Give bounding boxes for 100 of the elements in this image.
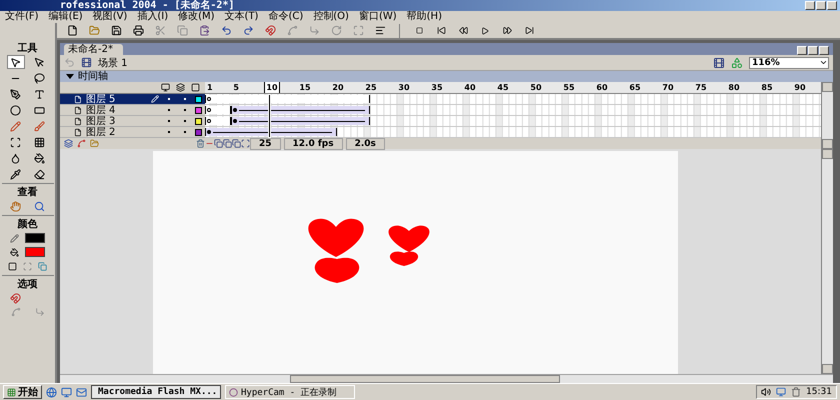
layer-row[interactable]: 图层 4: [60, 105, 205, 116]
panel-title: 工具: [18, 43, 38, 54]
layer-row[interactable]: 图层 5: [60, 94, 205, 105]
undo-icon[interactable]: [220, 25, 232, 36]
taskbar-button[interactable]: HyperCam - 正在录制: [225, 385, 355, 399]
stroke-color-swatch[interactable]: [25, 233, 45, 243]
subselect-tool-icon[interactable]: [34, 56, 45, 68]
restore-button[interactable]: [808, 46, 818, 55]
close-button[interactable]: [827, 1, 837, 10]
menu-item[interactable]: 控制(O): [313, 11, 349, 23]
layer-color-box[interactable]: [194, 106, 202, 114]
layer-name: 图层 4: [86, 104, 116, 116]
eraser-icon[interactable]: [34, 168, 45, 180]
fill-color-swatch[interactable]: [25, 247, 45, 257]
minimize-button[interactable]: [805, 1, 815, 10]
oval-tool-icon[interactable]: [10, 104, 21, 116]
start-button[interactable]: 开始: [3, 385, 42, 399]
layer-row[interactable]: 图层 2: [60, 127, 205, 138]
close-button[interactable]: [819, 46, 829, 55]
zoom-tool-icon[interactable]: [34, 200, 45, 212]
menu-item[interactable]: 文本(T): [224, 11, 258, 23]
playhead[interactable]: [268, 94, 272, 138]
tray-icon[interactable]: [791, 387, 802, 397]
frame-number: 90: [793, 82, 807, 93]
hand-tool-icon[interactable]: [10, 200, 21, 212]
eyedropper-icon[interactable]: [10, 168, 21, 180]
app-icon: [229, 388, 238, 396]
paste-icon[interactable]: [198, 25, 210, 36]
outline-icon[interactable]: [191, 83, 200, 92]
dropdown-caret-icon[interactable]: [819, 58, 828, 67]
text-tool-icon[interactable]: [34, 88, 45, 100]
motion-tween-span[interactable]: [231, 106, 370, 114]
timeline-header[interactable]: 时间轴: [60, 71, 833, 82]
layer-color-box[interactable]: [194, 96, 202, 102]
menu-item[interactable]: 视图(V): [92, 11, 128, 23]
lasso-tool-icon[interactable]: [34, 72, 45, 84]
browser-icon[interactable]: [46, 386, 57, 398]
zoom-dropdown[interactable]: 116%: [749, 56, 829, 68]
magnet-icon[interactable]: [264, 25, 276, 36]
minimize-button[interactable]: [797, 46, 807, 55]
menu-item[interactable]: 插入(I): [137, 11, 168, 23]
pencil-tool-icon[interactable]: [10, 120, 21, 132]
document-tab[interactable]: 未命名-2*: [64, 44, 123, 55]
mail-icon[interactable]: [76, 386, 87, 398]
rectangle-tool-icon[interactable]: [34, 104, 45, 116]
current-frame: 25: [250, 138, 281, 150]
menu-item[interactable]: 修改(M): [178, 11, 215, 23]
frame-number: 25: [364, 82, 378, 93]
save-icon[interactable]: [110, 25, 122, 36]
scene-icon[interactable]: [81, 57, 92, 68]
add-folder-icon[interactable]: [90, 139, 99, 148]
rewind-to-start-icon[interactable]: [436, 26, 446, 35]
go-to-end-icon[interactable]: [524, 26, 534, 35]
default-colors-icon[interactable]: [8, 262, 17, 270]
delete-layer-icon[interactable]: [196, 139, 205, 148]
menu-item[interactable]: 窗口(W): [358, 11, 397, 23]
collapse-triangle-icon[interactable]: [66, 74, 74, 79]
vertical-scrollbar[interactable]: [821, 149, 833, 374]
vertical-scrollbar[interactable]: [821, 82, 833, 149]
motion-tween-span[interactable]: [231, 117, 370, 125]
align-icon[interactable]: [374, 25, 386, 36]
menu-item[interactable]: 编辑(E): [48, 11, 83, 23]
desktop-icon[interactable]: [61, 386, 72, 398]
layer-color-box[interactable]: [194, 128, 202, 136]
frame-number: 70: [661, 82, 675, 93]
add-layer-icon[interactable]: [64, 139, 73, 148]
play-icon[interactable]: [481, 26, 489, 34]
speaker-icon[interactable]: [761, 387, 772, 397]
maximize-button[interactable]: [816, 1, 826, 10]
fill-color-icon[interactable]: [10, 248, 19, 256]
new-file-icon[interactable]: [66, 25, 78, 36]
frame-ruler[interactable]: 1 5 10 15 20 25 30 35 40 45 50 55 60 65 70 75 80 85 90: [205, 82, 821, 94]
taskbar-button[interactable]: Macromedia Flash MX...: [91, 385, 221, 399]
magnet-icon[interactable]: [10, 292, 21, 304]
frame-number: 45: [496, 82, 510, 93]
stroke-color-icon[interactable]: [10, 234, 19, 242]
frame-number: 1: [206, 82, 214, 93]
arrow-tool-icon[interactable]: [10, 56, 21, 68]
redo-icon[interactable]: [242, 25, 254, 36]
paint-bucket-icon[interactable]: [34, 152, 45, 164]
print-icon[interactable]: [132, 25, 144, 36]
horizontal-scrollbar[interactable]: [60, 374, 833, 383]
menu-item[interactable]: 命令(C): [268, 11, 304, 23]
stop-icon[interactable]: [416, 27, 422, 34]
step-back-icon[interactable]: [458, 26, 468, 35]
edit-scene-icon[interactable]: [713, 56, 725, 68]
step-forward-icon[interactable]: [502, 26, 512, 35]
panel-title: 颜色: [18, 219, 38, 230]
open-folder-icon[interactable]: [88, 25, 100, 36]
frame-number: 5: [232, 82, 240, 93]
eye-icon[interactable]: [161, 83, 170, 92]
menu-item[interactable]: 文件(F): [5, 11, 39, 23]
menu-item[interactable]: 帮助(H): [406, 11, 442, 23]
layer-icon: [74, 116, 82, 126]
panel-title: 选项: [18, 279, 38, 290]
layer-color-box[interactable]: [194, 118, 202, 124]
brush-tool-icon[interactable]: [34, 120, 45, 132]
layer-row[interactable]: 图层 3: [60, 116, 205, 127]
pen-tool-icon[interactable]: [10, 88, 21, 100]
motion-tween-span[interactable]: [205, 128, 337, 136]
